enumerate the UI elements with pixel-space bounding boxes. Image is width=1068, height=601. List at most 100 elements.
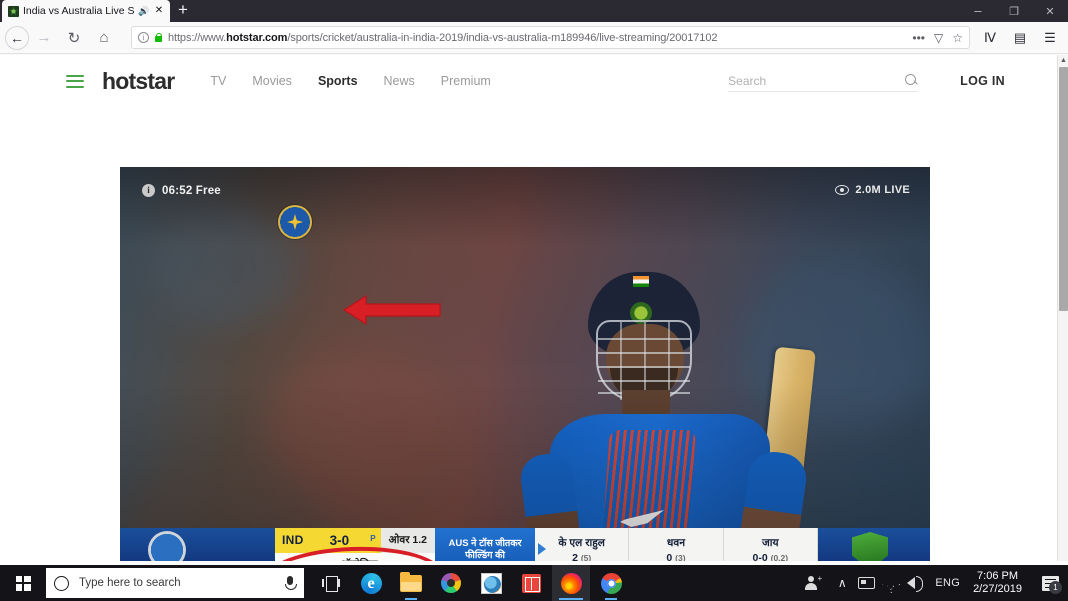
pocket-icon[interactable]: ▽ <box>934 31 943 45</box>
minimize-button[interactable]: – <box>960 0 996 22</box>
scrollbar-thumb[interactable] <box>1059 67 1068 311</box>
tab-audio-icon[interactable]: 🔊 <box>138 0 149 22</box>
hamburger-menu-icon[interactable] <box>66 74 84 88</box>
forward-button[interactable]: → <box>29 23 59 53</box>
nav-item-premium[interactable]: Premium <box>441 74 491 88</box>
clock[interactable]: 7:06 PM 2/27/2019 <box>967 565 1032 601</box>
scorebug-toss-info: AUS ने टॉस जीतकर फील्डिंग की <box>435 528 535 561</box>
toolbar-right-buttons: Ⅳ ▤ ☰ <box>976 24 1068 52</box>
player-2-name: धवन <box>666 537 686 549</box>
app-menu-icon[interactable]: ☰ <box>1036 24 1064 52</box>
lock-icon <box>154 32 163 43</box>
search-input[interactable] <box>728 73 906 88</box>
taskbar-item-microsoft-edge[interactable] <box>352 565 390 601</box>
taskbar-item-media-app[interactable] <box>472 565 510 601</box>
annotation-arrow <box>342 294 441 326</box>
site-header: hotstar TV Movies Sports News Premium LO… <box>0 55 1057 107</box>
scorebug-team-code: IND <box>275 528 311 553</box>
volume-icon[interactable] <box>902 565 928 601</box>
player-2-balls: (3) <box>675 553 686 561</box>
paint-3d-icon <box>441 573 461 593</box>
chrome-icon <box>600 572 622 594</box>
video-vignette <box>120 167 930 561</box>
windows-taskbar: Type here to search + ∧ ENG 7:06 PM 2/27… <box>0 565 1068 601</box>
player-viewers-overlay: 2.0M LIVE <box>835 184 910 196</box>
window-controls: – ❐ ✕ <box>960 0 1068 22</box>
tab-favicon-icon <box>8 5 19 17</box>
player-free-timer-overlay: i 06:52 Free <box>142 184 221 197</box>
onedrive-icon[interactable] <box>854 565 878 601</box>
login-button[interactable]: LOG IN <box>960 74 1005 88</box>
video-player[interactable]: OPPO INDIA i 06:52 Free 2.0M LIVE <box>120 167 930 561</box>
page-actions-icon[interactable]: ••• <box>912 31 925 45</box>
player-1-balls: (5) <box>580 553 592 561</box>
player-3-balls: (0.2) <box>770 553 789 561</box>
microphone-icon[interactable] <box>284 575 297 591</box>
language-indicator[interactable]: ENG <box>928 565 967 601</box>
live-viewers-label: 2.0M LIVE <box>855 184 910 196</box>
taskbar-search-placeholder: Type here to search <box>79 577 181 589</box>
wifi-icon[interactable] <box>878 565 902 601</box>
scorebug-home-logo <box>120 528 275 561</box>
tab-close-icon[interactable]: ✕ <box>153 0 165 22</box>
maximize-restore-button[interactable]: ❐ <box>996 0 1032 22</box>
notification-center-button[interactable]: 1 <box>1032 565 1068 601</box>
player-3-name: जाय <box>762 537 779 549</box>
people-icon[interactable]: + <box>800 565 830 601</box>
clock-stack: 7:06 PM 2/27/2019 <box>967 570 1032 596</box>
info-icon[interactable]: i <box>142 184 155 197</box>
scroll-up-arrow-icon[interactable]: ▲ <box>1058 56 1068 65</box>
site-info-icon[interactable]: i <box>138 32 149 43</box>
reload-button[interactable]: ↻ <box>59 23 89 53</box>
nav-item-movies[interactable]: Movies <box>252 74 292 88</box>
search-icon[interactable] <box>905 74 918 87</box>
web-page-content: hotstar TV Movies Sports News Premium LO… <box>0 55 1057 561</box>
taskbar-item-task-view[interactable] <box>312 565 350 601</box>
address-bar-actions: ••• ▽ ☆ <box>907 31 963 45</box>
url-domain: hotstar.com <box>226 31 288 44</box>
player-1-name: के एल राहुल <box>558 537 605 549</box>
new-tab-button[interactable]: + <box>170 0 196 22</box>
scorebug-player-2: धवन 0 (3) <box>629 528 724 561</box>
taskbar-item-google-chrome[interactable] <box>592 565 630 601</box>
browser-window: India vs Australia Live Strea 🔊 ✕ + – ❐ … <box>0 0 1068 561</box>
page-scrollbar[interactable]: ▲ <box>1057 55 1068 561</box>
browser-tab[interactable]: India vs Australia Live Strea 🔊 ✕ <box>2 0 170 22</box>
firefox-icon <box>560 572 582 594</box>
notification-badge: 1 <box>1049 581 1062 594</box>
browser-titlebar: India vs Australia Live Strea 🔊 ✕ + – ❐ … <box>0 0 1068 22</box>
scorebug-player-1: के एल राहुल 2 (5) <box>535 528 630 561</box>
taskbar-app-icons <box>312 565 630 601</box>
back-button[interactable]: ← <box>5 25 29 50</box>
player-1-runs: 2 (5) <box>572 552 592 561</box>
clock-time: 7:06 PM <box>977 570 1019 582</box>
taskbar-search-box[interactable]: Type here to search <box>46 568 304 598</box>
scorebug-away-logo <box>818 528 930 561</box>
scorebug-players: के एल राहुल 2 (5) धवन 0 (3) जाय 0-0 (0.2… <box>535 528 818 561</box>
bcci-logo-watermark <box>278 205 312 239</box>
taskbar-item-paint-3d[interactable] <box>432 565 470 601</box>
home-button[interactable]: ⌂ <box>89 23 119 53</box>
site-search[interactable] <box>728 70 919 92</box>
site-logo[interactable]: hotstar <box>102 68 175 95</box>
reader-app-icon <box>521 573 541 593</box>
taskbar-item-reader-app[interactable] <box>512 565 550 601</box>
bookmark-star-icon[interactable]: ☆ <box>952 31 963 45</box>
start-button[interactable] <box>0 565 46 601</box>
nav-item-tv[interactable]: TV <box>210 74 226 88</box>
taskbar-item-firefox[interactable] <box>552 565 590 601</box>
nav-item-news[interactable]: News <box>384 74 415 88</box>
file-explorer-icon <box>400 571 422 592</box>
tab-title: India vs Australia Live Strea <box>23 5 134 17</box>
url-text: https://www.hotstar.com/sports/cricket/a… <box>168 32 902 44</box>
browser-toolbar: ← → ↻ ⌂ i https://www.hotstar.com/sports… <box>0 22 1068 54</box>
library-icon[interactable]: Ⅳ <box>976 24 1004 52</box>
scorebug-player-3: जाय 0-0 (0.2) <box>724 528 818 561</box>
sidebar-icon[interactable]: ▤ <box>1006 24 1034 52</box>
player-3-runs: 0-0 (0.2) <box>752 552 789 561</box>
show-hidden-icons-chevron[interactable]: ∧ <box>830 565 854 601</box>
close-window-button[interactable]: ✕ <box>1032 0 1068 22</box>
nav-item-sports[interactable]: Sports <box>318 74 358 88</box>
address-bar[interactable]: i https://www.hotstar.com/sports/cricket… <box>131 26 970 49</box>
taskbar-item-file-explorer[interactable] <box>392 565 430 601</box>
